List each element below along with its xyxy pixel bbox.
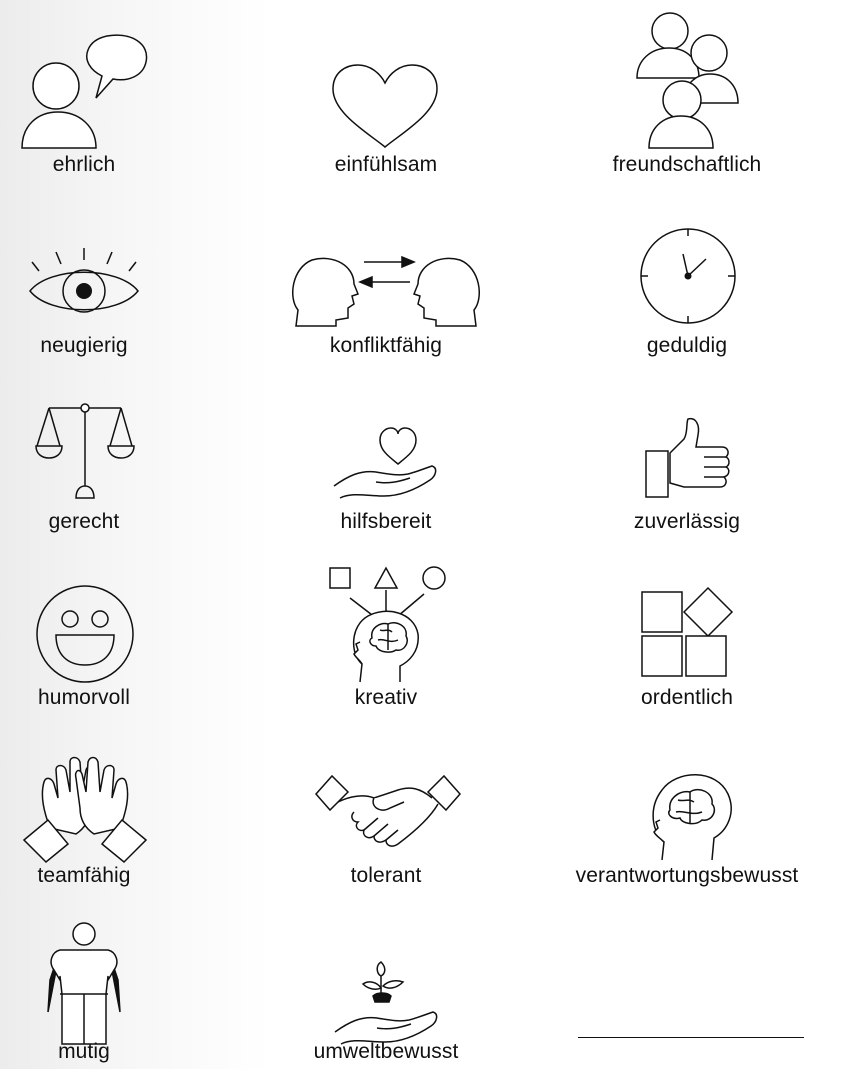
trait-label-umweltbewusst: umweltbewusst: [313, 1040, 459, 1063]
squares-order-icon: [640, 586, 736, 680]
two-heads-arrows-icon: [292, 248, 480, 328]
scales-icon: [34, 398, 136, 500]
trait-label-konfliktfaehig: konfliktfähig: [329, 334, 443, 357]
trait-label-humorvoll: humorvoll: [38, 686, 130, 709]
trait-label-teamfaehig: teamfähig: [37, 864, 131, 887]
heart-icon: [330, 63, 440, 149]
clock-icon: [638, 226, 738, 326]
trait-label-mutig: mutig: [58, 1040, 110, 1063]
trait-label-ordentlich: ordentlich: [640, 686, 734, 709]
trait-label-freundschaftlich: freundschaftlich: [612, 153, 762, 176]
eye-icon: [26, 248, 142, 324]
trait-label-ehrlich: ehrlich: [52, 153, 116, 176]
hero-cape-icon: [44, 922, 124, 1046]
trait-label-verantwortungsbewusst: verantwortungsbewusst: [575, 864, 799, 887]
helping-hand-heart-icon: [332, 424, 440, 500]
smiley-icon: [34, 583, 136, 685]
trait-label-kreativ: kreativ: [354, 686, 418, 709]
creative-head-shapes-icon: [328, 566, 448, 686]
head-brain-icon: [640, 766, 736, 862]
trait-label-hilfsbereit: hilfsbereit: [340, 510, 432, 533]
high-five-hands-icon: [20, 752, 150, 862]
speech-bubble-person-icon: [18, 30, 150, 148]
trait-label-tolerant: tolerant: [350, 864, 422, 887]
trait-label-einfuehlsam: einfühlsam: [334, 153, 438, 176]
thumbs-up-icon: [644, 417, 734, 501]
handshake-icon: [314, 774, 462, 858]
hand-plant-icon: [333, 960, 441, 1046]
trait-label-neugierig: neugierig: [40, 334, 128, 357]
group-people-icon: [637, 8, 741, 148]
trait-label-zuverlaessig: zuverlässig: [633, 510, 741, 533]
blank-entry-line: [578, 1037, 804, 1038]
trait-label-gerecht: gerecht: [48, 510, 120, 533]
trait-label-geduldig: geduldig: [646, 334, 728, 357]
